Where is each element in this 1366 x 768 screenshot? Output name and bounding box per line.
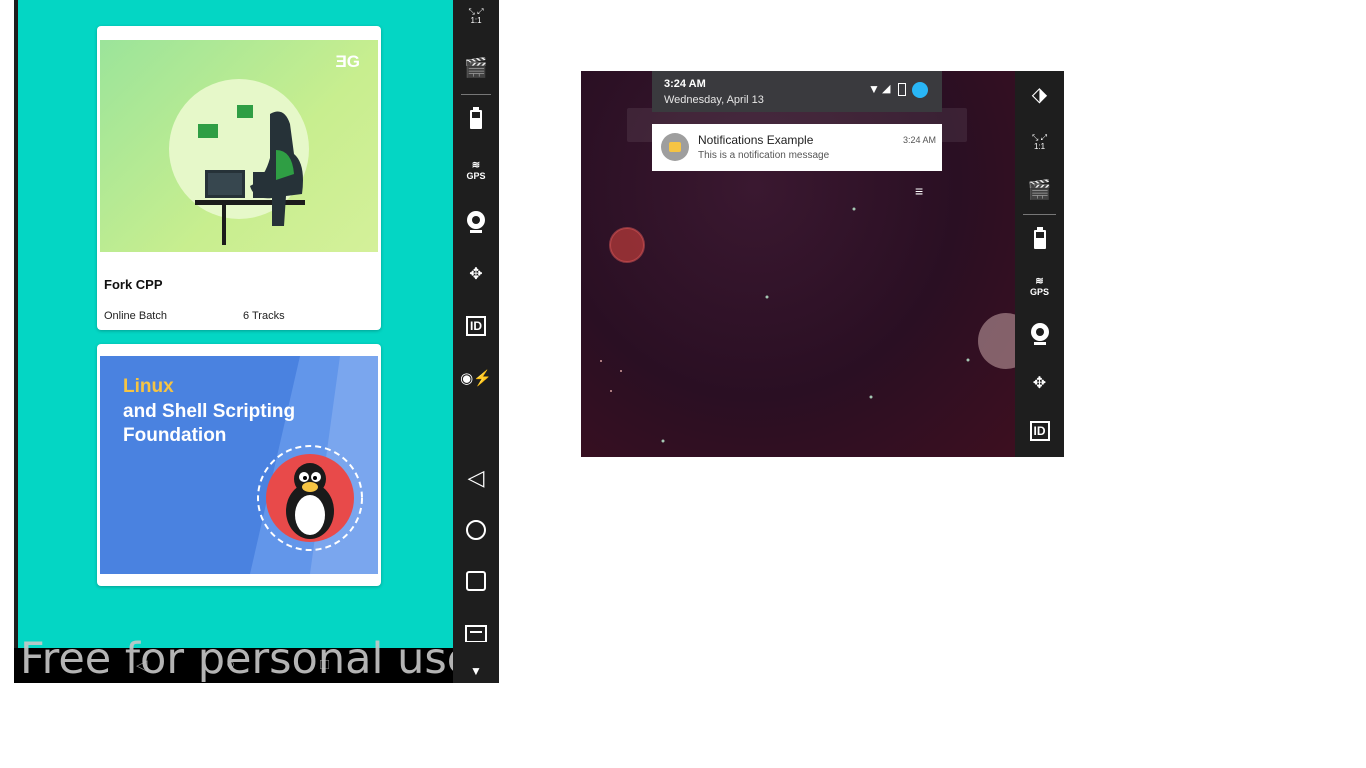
right-ratio-label: 1:1 (1033, 142, 1046, 151)
menu-button[interactable] (453, 622, 499, 642)
expand-icon: ⤡ ⤢ (468, 7, 484, 16)
gps-label: GPS (466, 170, 486, 181)
right-gps-label: GPS (1029, 286, 1049, 297)
course-card-linux[interactable]: Linux and Shell Scripting Foundation (97, 344, 381, 586)
notification-card[interactable]: Notifications Example This is a notifica… (652, 124, 942, 171)
status-date: Wednesday, April 13 (664, 94, 764, 106)
back-triangle-icon: ◁ (467, 465, 485, 490)
cell-signal-icon: ◢ (882, 83, 891, 95)
toolbar-divider (461, 94, 491, 95)
tux-penguin-icon (257, 445, 363, 551)
right-clapperboard-icon: 🎬 (1027, 180, 1052, 201)
recents-square-icon (466, 571, 486, 591)
chat-bubble-icon (669, 142, 681, 152)
course-card-fork-cpp[interactable]: ƎG Fork CPP Online Batch 6 Tracks (97, 26, 381, 330)
device-id-button[interactable]: ID (453, 312, 499, 340)
right-battery-button[interactable] (1015, 224, 1064, 252)
brand-logo: ƎG (335, 52, 360, 71)
back-button[interactable]: ◁ (453, 464, 499, 492)
left-emulator-window: ƎG Fork CPP Online Batch 6 Tracks Linux … (14, 0, 499, 684)
right-battery-icon (1033, 227, 1046, 249)
id-card-icon: ID (466, 316, 486, 336)
right-emulator-window: 3:24 AM Wednesday, April 13 ▼ ◢ Notifica… (581, 71, 1064, 457)
right-dpad-icon: ✥ (1032, 375, 1047, 392)
home-button[interactable] (453, 516, 499, 544)
status-time: 3:24 AM (664, 78, 706, 90)
gps-button[interactable]: ≋ GPS (453, 156, 499, 184)
battery-icon (470, 107, 482, 129)
dpad-icon: ✥ (469, 266, 483, 283)
right-device-screen: 3:24 AM Wednesday, April 13 ▼ ◢ Notifica… (581, 71, 1015, 457)
disk-button[interactable]: ◉⚡ (453, 364, 499, 392)
webcam-icon (467, 211, 485, 233)
right-gps-button[interactable]: ≋ GPS (1015, 272, 1064, 300)
banner-title-line3: Foundation (123, 425, 227, 446)
fit-ratio-button[interactable]: ⤡ ⤢ 1:1 (453, 2, 499, 30)
right-webcam-icon (1030, 323, 1049, 345)
right-screen-record-button[interactable]: 🎬 (1015, 176, 1064, 204)
home-circle-icon (466, 520, 486, 540)
battery-button[interactable] (453, 104, 499, 132)
right-wifi-signal-icon: ≋ (1035, 275, 1044, 287)
dpad-button[interactable]: ✥ (453, 260, 499, 288)
right-emulator-toolbar: ⬗ ⤡ ⤢ 1:1 🎬 ≋ GPS ✥ ID (1015, 71, 1064, 457)
caret-down-icon: ▼ (470, 664, 482, 678)
right-device-id-button[interactable]: ID (1015, 417, 1064, 445)
ratio-label: 1:1 (470, 16, 482, 25)
wifi-icon: ▼ (868, 82, 880, 96)
course-track-count: 6 Tracks (243, 310, 285, 322)
right-dpad-button[interactable]: ✥ (1015, 369, 1064, 397)
linux-course-banner: Linux and Shell Scripting Foundation (100, 356, 378, 574)
recents-button[interactable] (453, 567, 499, 595)
right-toolbar-divider (1023, 214, 1056, 215)
rotate-device-icon: ⬗ (1031, 83, 1048, 106)
screen-record-button[interactable]: 🎬 (453, 54, 499, 82)
course-title: Fork CPP (104, 277, 163, 292)
more-button[interactable]: ▼ (453, 662, 499, 680)
account-icon[interactable] (912, 82, 928, 98)
course-batch-type: Online Batch (104, 310, 167, 322)
battery-charging-icon (898, 83, 906, 96)
course-illustration-image: ƎG (100, 40, 378, 252)
clapperboard-icon: 🎬 (464, 58, 488, 79)
right-id-card-icon: ID (1029, 421, 1050, 441)
notification-shade-header: 3:24 AM Wednesday, April 13 ▼ ◢ (652, 71, 942, 112)
notification-app-icon (661, 133, 689, 161)
right-camera-button[interactable] (1015, 320, 1064, 348)
disk-flash-icon: ◉⚡ (460, 370, 492, 387)
wifi-signal-icon: ≋ (471, 159, 481, 171)
right-expand-icon: ⤡ ⤢ (1031, 133, 1048, 142)
watermark-text: Free for personal use (20, 634, 474, 684)
banner-title-line1: Linux (123, 376, 174, 397)
left-device-screen: ƎG Fork CPP Online Batch 6 Tracks Linux … (14, 0, 453, 648)
rotate-button[interactable]: ⬗ (1015, 81, 1064, 107)
left-emulator-toolbar: ⤡ ⤢ 1:1 🎬 ≋ GPS ✥ ID ◉⚡ ◁ ▼ (453, 0, 499, 683)
notification-message: This is a notification message (698, 150, 830, 161)
right-fit-ratio-button[interactable]: ⤡ ⤢ 1:1 (1015, 128, 1064, 156)
banner-title-line2: and Shell Scripting (123, 401, 296, 422)
notification-time: 3:24 AM (902, 135, 936, 145)
clear-all-icon[interactable]: ≡ (915, 183, 923, 199)
menu-icon (465, 625, 487, 642)
notification-title: Notifications Example (698, 133, 814, 147)
camera-button[interactable] (453, 208, 499, 236)
